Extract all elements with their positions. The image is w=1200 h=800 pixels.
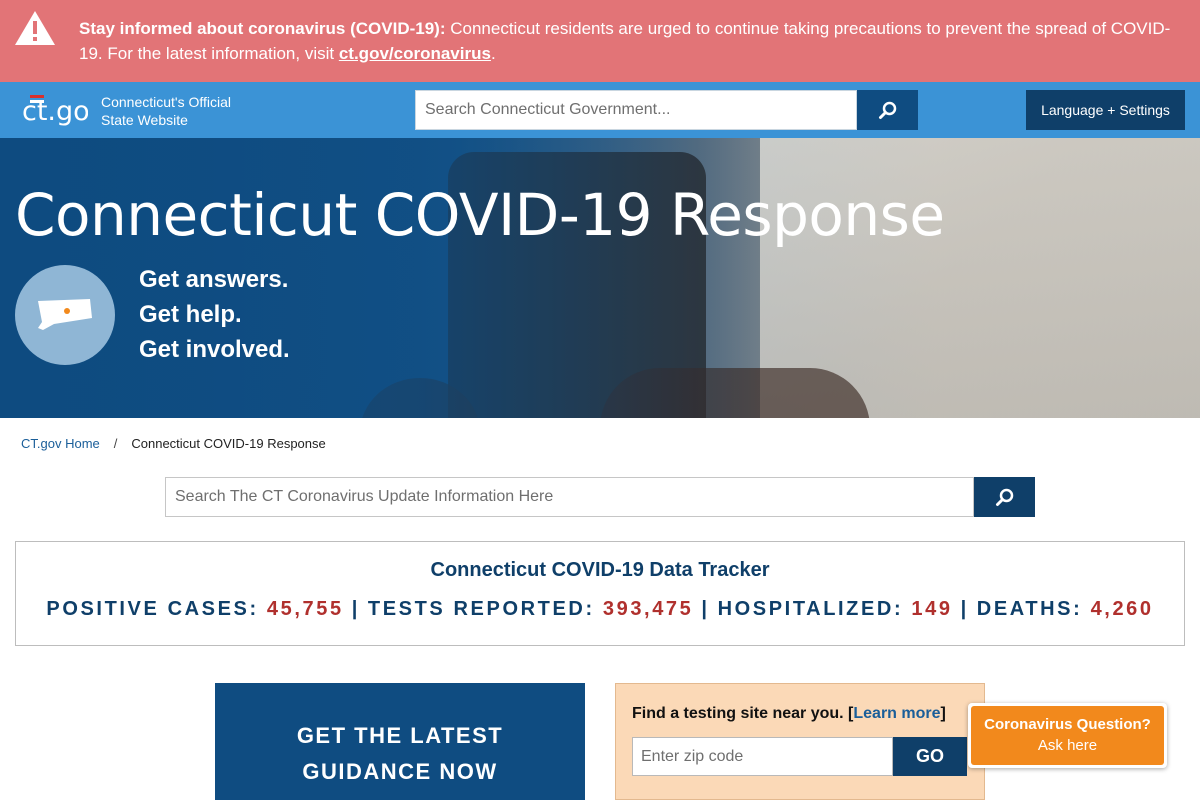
- connecticut-badge: [15, 265, 115, 365]
- testing-label-text: Find a testing site near you.: [632, 705, 844, 722]
- stat-label-deaths: DEATHS:: [976, 598, 1083, 620]
- stat-label-tests-reported: TESTS REPORTED:: [367, 598, 595, 620]
- zip-code-input[interactable]: [632, 737, 893, 776]
- stat-label-hospitalized: HOSPITALIZED:: [717, 598, 904, 620]
- site-name-line1: Connecticut's Official: [101, 94, 232, 110]
- tracker-title: Connecticut COVID-19 Data Tracker: [430, 559, 770, 581]
- testing-label: Find a testing site near you. [Learn mor…: [632, 705, 946, 723]
- site-name-line2: State Website: [101, 112, 188, 128]
- guidance-line2: GUIDANCE NOW: [302, 758, 498, 784]
- coronavirus-link[interactable]: ct.gov/coronavirus: [339, 44, 491, 63]
- site-header: ct.gov Connecticut's Official State Webs…: [0, 82, 1200, 138]
- stat-value-deaths: 4,260: [1090, 598, 1154, 620]
- warning-triangle-icon: [15, 11, 55, 45]
- stat-separator: |: [351, 598, 360, 620]
- coronavirus-search-input[interactable]: [165, 477, 974, 517]
- go-button[interactable]: GO: [893, 737, 967, 776]
- stat-value-positive-cases: 45,755: [266, 598, 344, 620]
- alert-heading: Stay informed about coronavirus (COVID-1…: [79, 19, 446, 38]
- breadcrumb-home-link[interactable]: CT.gov Home: [21, 436, 100, 451]
- hero-banner: Connecticut COVID-19 Response Get answer…: [0, 138, 1200, 418]
- stat-separator: |: [701, 598, 710, 620]
- connecticut-map-icon: [38, 299, 92, 330]
- page-title: Connecticut COVID-19 Response: [15, 181, 945, 249]
- site-name: Connecticut's Official State Website: [101, 93, 231, 129]
- breadcrumb-current: Connecticut COVID-19 Response: [131, 436, 326, 451]
- tracker-stats: POSITIVE CASES: 45,755 | TESTS REPORTED: 3…: [16, 598, 1184, 621]
- breadcrumb-separator: /: [113, 436, 118, 451]
- chat-button[interactable]: Coronavirus Question? Ask here: [971, 706, 1164, 765]
- guidance-line1: GET THE LATEST: [296, 722, 504, 748]
- chat-subtitle: Ask here: [1037, 737, 1098, 754]
- data-tracker: Connecticut COVID-19 Data Tracker POSITI…: [15, 541, 1185, 646]
- site-search-button[interactable]: [857, 90, 918, 130]
- chat-widget[interactable]: Coronavirus Question? Ask here: [968, 703, 1167, 768]
- ct-gov-logo[interactable]: ct.gov: [22, 91, 88, 131]
- search-icon: [878, 101, 896, 119]
- tagline-involved: Get involved.: [139, 336, 290, 363]
- tagline-answers: Get answers.: [139, 266, 289, 293]
- alert-trailing: .: [490, 44, 496, 63]
- latest-guidance-button[interactable]: GET THE LATEST GUIDANCE NOW: [215, 683, 585, 800]
- hero-taglines: Get answers. Get help. Get involved.: [139, 262, 290, 367]
- site-search-input[interactable]: [415, 90, 857, 130]
- testing-site-finder: Find a testing site near you. [Learn mor…: [615, 683, 985, 800]
- bracket-close: ]: [940, 705, 946, 722]
- tagline-help: Get help.: [139, 301, 242, 328]
- language-settings-button[interactable]: Language + Settings: [1026, 90, 1185, 130]
- stat-value-hospitalized: 149: [911, 598, 953, 620]
- covid-alert-banner: Stay informed about coronavirus (COVID-1…: [0, 0, 1200, 82]
- learn-more-link[interactable]: Learn more: [853, 705, 940, 722]
- search-icon: [995, 488, 1013, 506]
- coronavirus-search-button[interactable]: [974, 477, 1035, 517]
- chat-title: Coronavirus Question?: [984, 716, 1151, 733]
- alert-message: Stay informed about coronavirus (COVID-1…: [79, 16, 1179, 66]
- breadcrumb: CT.gov Home / Connecticut COVID-19 Respons…: [21, 436, 326, 451]
- stat-separator: |: [960, 598, 969, 620]
- stat-value-tests-reported: 393,475: [602, 598, 694, 620]
- stat-label-positive-cases: POSITIVE CASES:: [46, 598, 259, 620]
